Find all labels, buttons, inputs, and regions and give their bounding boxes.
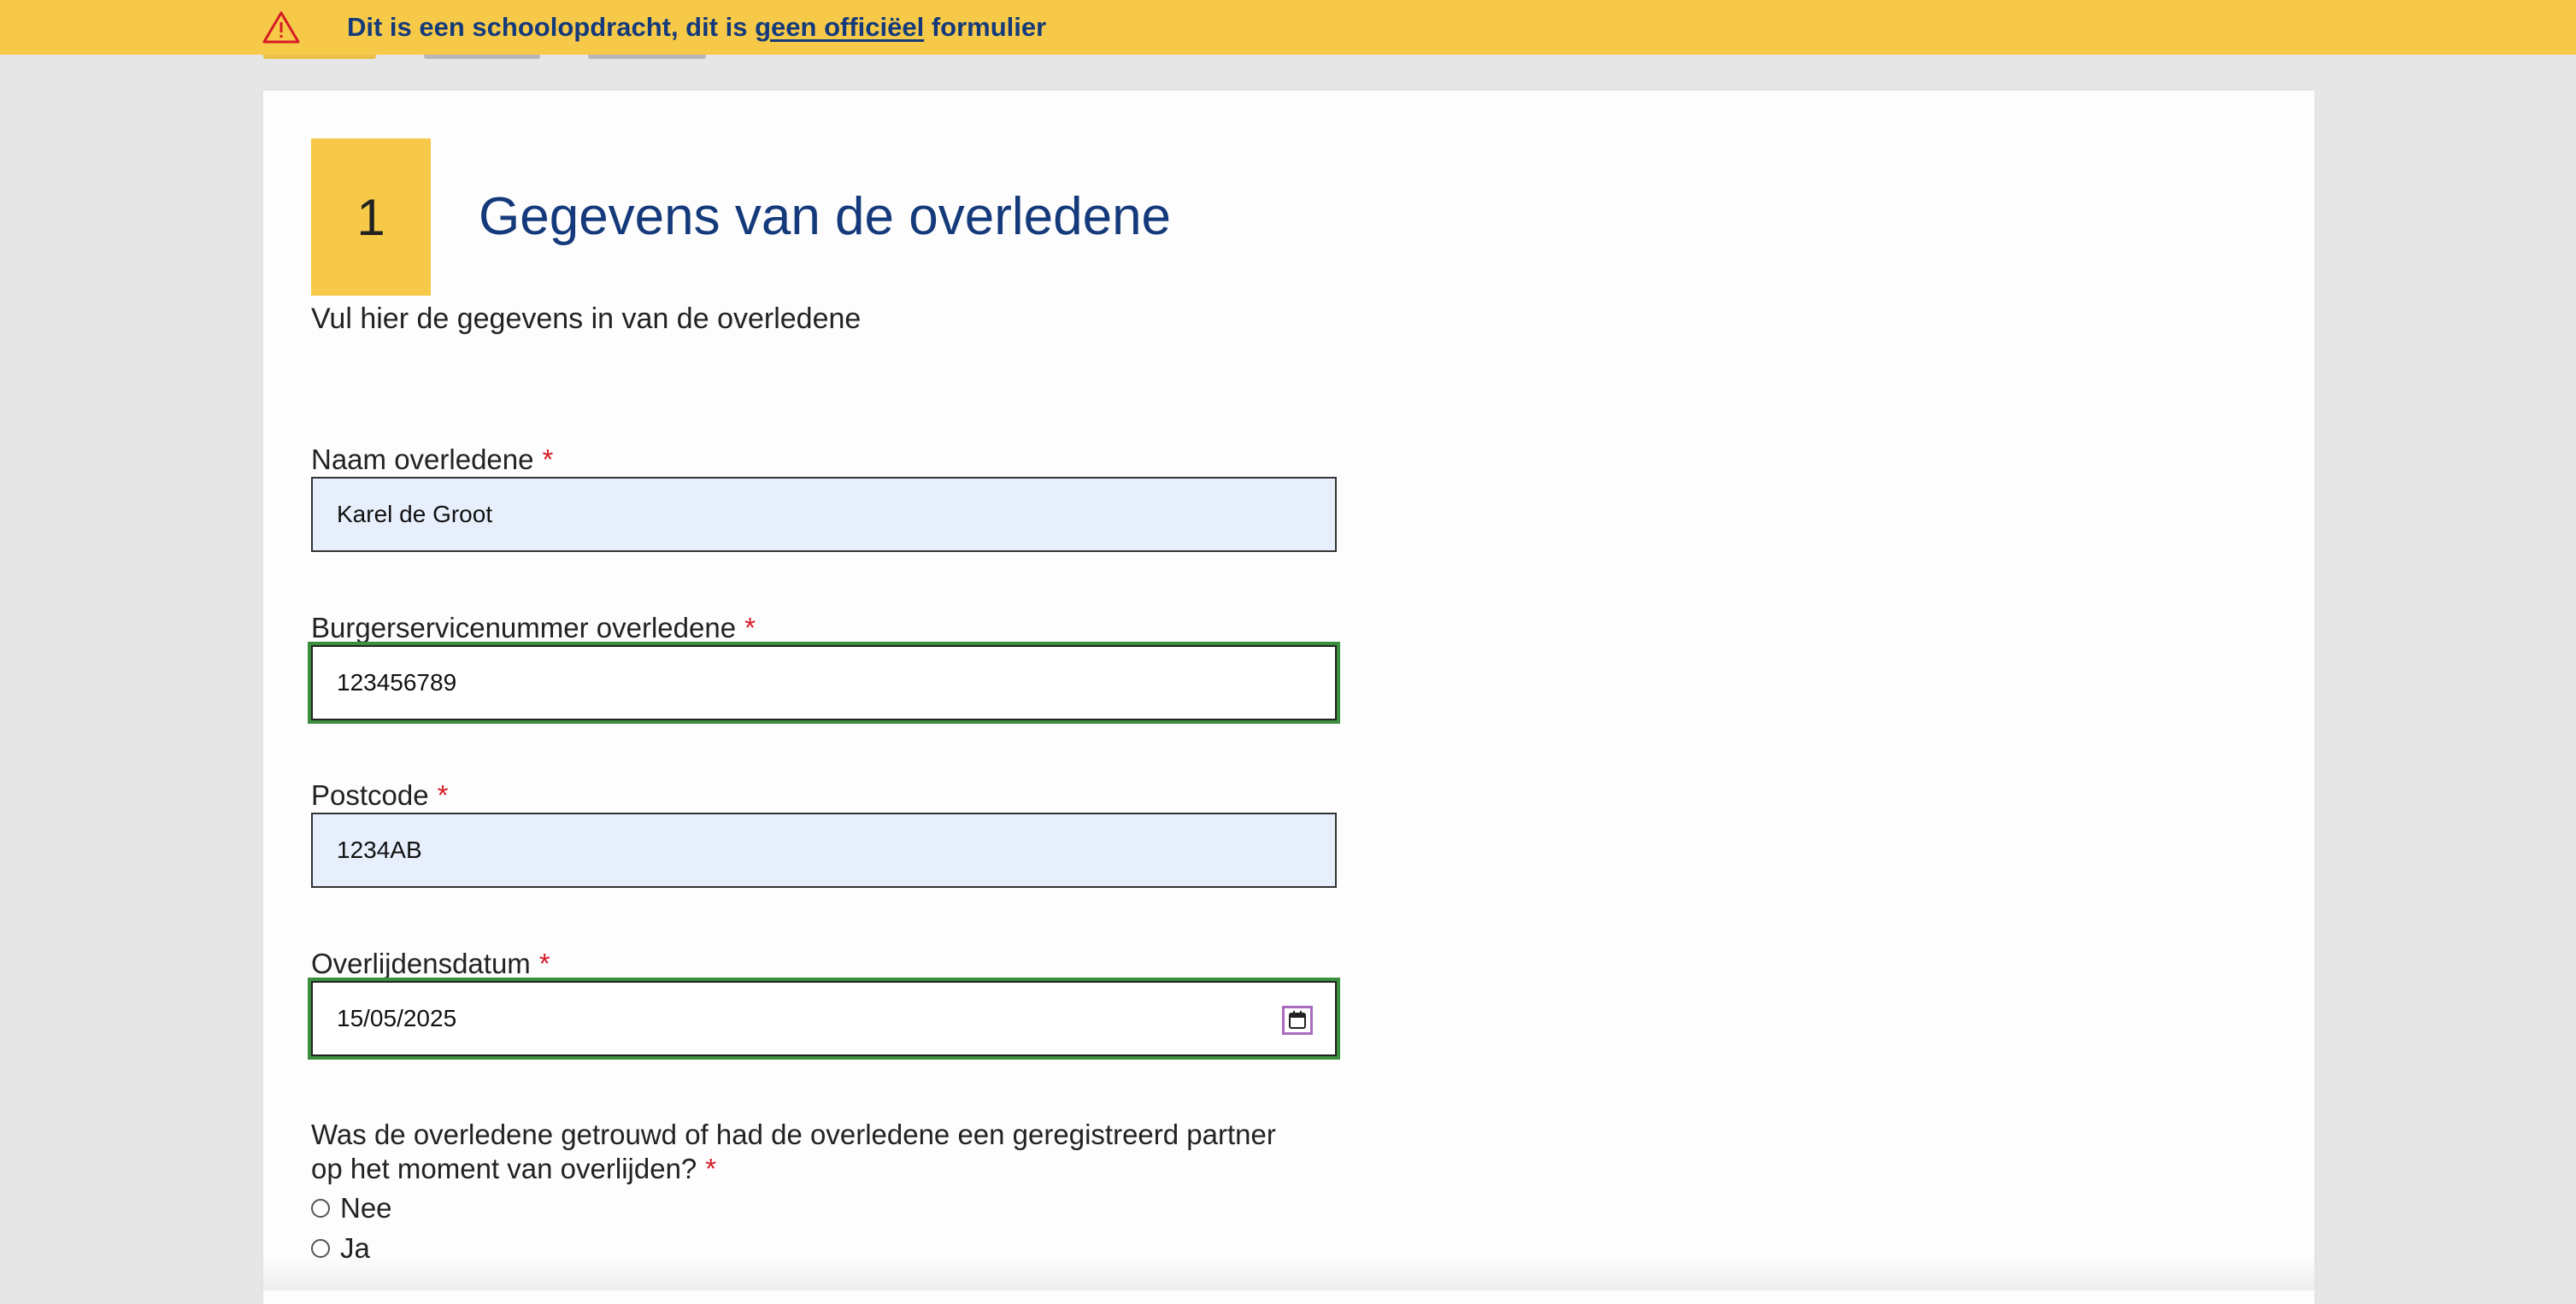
step-number-badge: 1 (311, 138, 431, 296)
required-marker: * (744, 612, 756, 643)
banner-text-after: formulier (924, 12, 1047, 42)
postcode-label-text: Postcode (311, 779, 429, 811)
required-marker: * (437, 779, 449, 811)
scroll-fade (263, 1256, 2314, 1290)
progress-tab-3[interactable] (588, 55, 706, 59)
overlijdensdatum-label-text: Overlijdensdatum (311, 948, 531, 979)
progress-tab-1[interactable] (263, 55, 376, 59)
required-marker: * (542, 443, 554, 475)
overlijdensdatum-input[interactable] (311, 981, 1337, 1056)
banner-message: Dit is een schoolopdracht, dit is geen o… (347, 12, 1046, 43)
naam-input[interactable] (311, 477, 1337, 552)
partner-question: Was de overledene getrouwd of had de ove… (311, 1118, 1285, 1186)
required-marker: * (705, 1153, 717, 1184)
radio-label-nee: Nee (340, 1192, 392, 1224)
overlijdensdatum-label: Overlijdensdatum * (311, 947, 550, 981)
bsn-input[interactable] (311, 645, 1337, 720)
warning-triangle-icon (262, 10, 301, 44)
postcode-input[interactable] (311, 813, 1337, 888)
section-title: Gegevens van de overledene (479, 187, 1172, 246)
progress-tab-2[interactable] (424, 55, 540, 59)
bsn-label: Burgerservicenummer overledene * (311, 611, 756, 645)
naam-label: Naam overledene * (311, 443, 553, 477)
banner-text-before: Dit is een schoolopdracht, dit is (347, 12, 756, 42)
required-marker: * (538, 948, 550, 979)
postcode-label: Postcode * (311, 778, 448, 813)
school-assignment-banner: Dit is een schoolopdracht, dit is geen o… (0, 0, 2576, 55)
section-description: Vul hier de gegevens in van de overleden… (311, 303, 862, 335)
naam-label-text: Naam overledene (311, 443, 534, 475)
bsn-label-text: Burgerservicenummer overledene (311, 612, 737, 643)
partner-question-text: Was de overledene getrouwd of had de ove… (311, 1119, 1276, 1184)
radio-button-nee[interactable] (311, 1199, 330, 1218)
banner-link[interactable]: geen officiëel (755, 12, 924, 42)
radio-option-nee[interactable]: Nee (311, 1191, 392, 1225)
radio-button-ja[interactable] (311, 1239, 330, 1258)
calendar-icon[interactable] (1282, 1006, 1313, 1035)
